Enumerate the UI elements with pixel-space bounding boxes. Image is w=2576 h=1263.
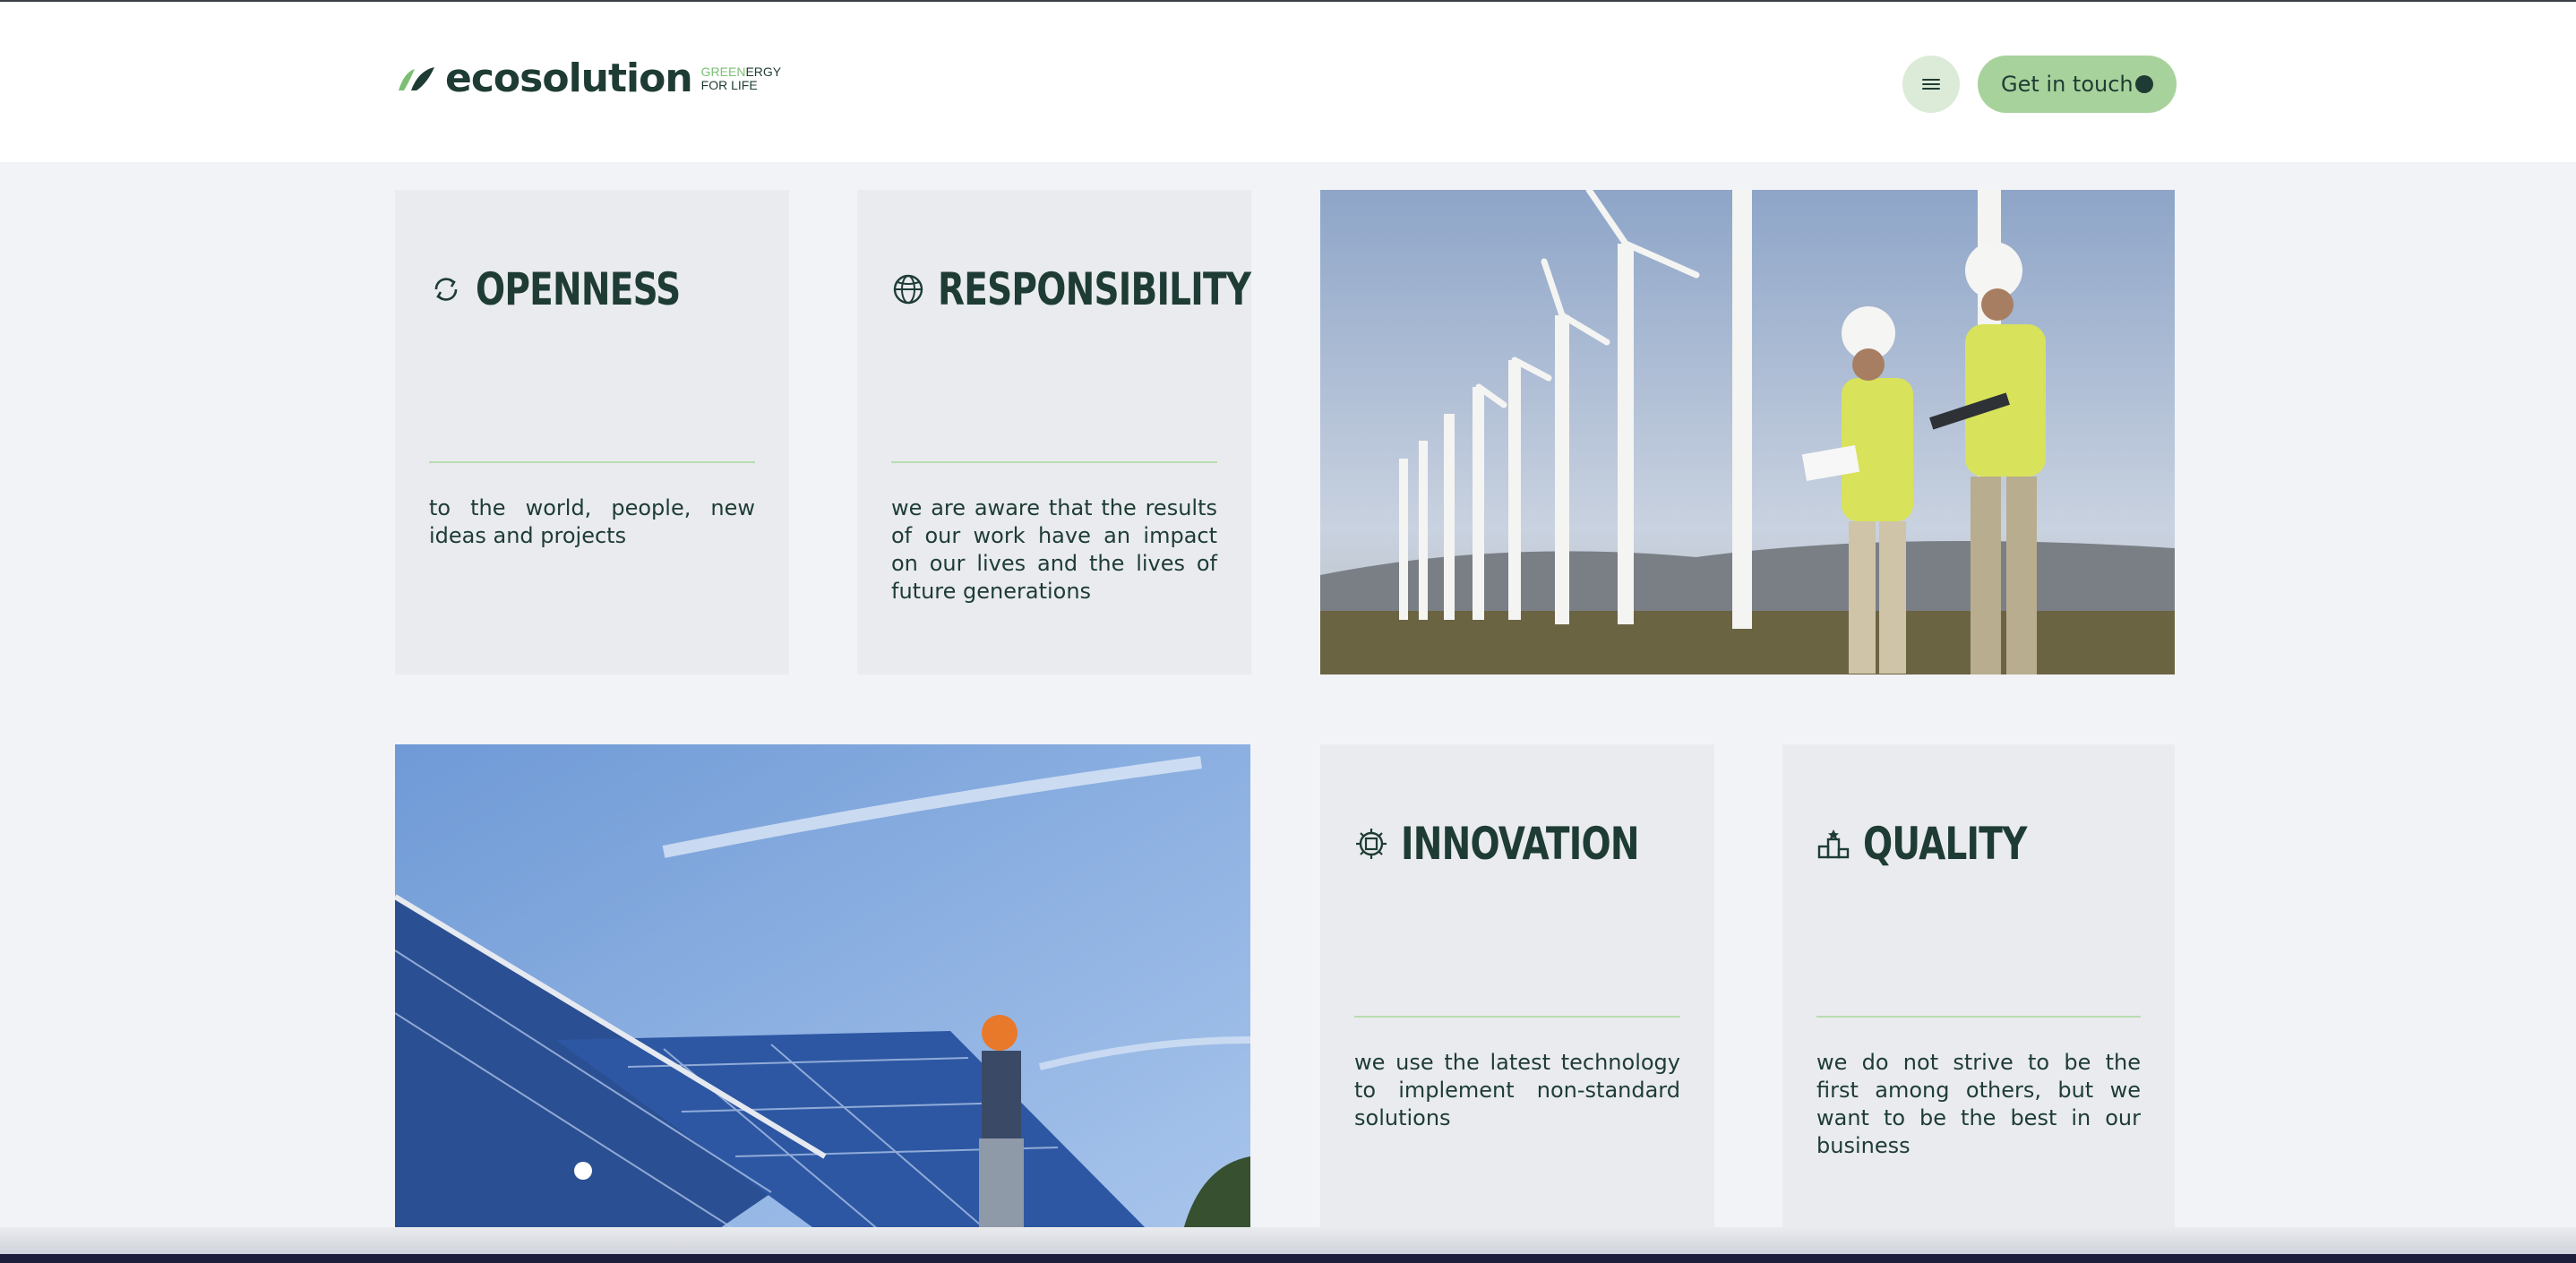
card-heading: RESPONSIBILITY <box>938 263 1251 315</box>
card-title: RESPONSIBILITY <box>891 263 1339 315</box>
wind-farm-engineers-photo <box>1320 190 2175 674</box>
divider <box>1816 1016 2141 1018</box>
divider <box>1354 1016 1680 1018</box>
podium-icon <box>1817 829 1850 859</box>
refresh-icon <box>434 278 458 301</box>
card-title: OPENNESS <box>429 263 738 315</box>
get-in-touch-label: Get in touch <box>2001 72 2134 97</box>
card-description: we are aware that the results of our wor… <box>891 495 1217 604</box>
card-title: QUALITY <box>1816 818 2073 870</box>
site-header: ecosolution GREENERGY FOR LIFE Get in to… <box>0 2 2576 162</box>
window-bottom-border <box>0 1254 2576 1263</box>
cpu-icon <box>1356 829 1387 859</box>
brand-tagline: GREENERGY FOR LIFE <box>700 64 782 92</box>
hamburger-icon <box>1922 79 1940 90</box>
menu-button[interactable] <box>1902 56 1960 113</box>
card-description: to the world, people, new ideas and proj… <box>429 495 755 548</box>
divider <box>891 461 1217 463</box>
card-heading: QUALITY <box>1863 818 2027 870</box>
card-heading: INNOVATION <box>1401 818 1639 870</box>
get-in-touch-button[interactable]: Get in touch <box>1978 56 2177 113</box>
leaf-logo-icon <box>399 67 434 90</box>
brand-name: ecosolution <box>445 56 693 101</box>
brand-logo[interactable]: ecosolution GREENERGY FOR LIFE <box>395 59 781 99</box>
value-card-innovation: INNOVATION we use the latest technology … <box>1320 744 1714 1230</box>
card-heading: OPENNESS <box>476 263 681 315</box>
value-card-responsibility: RESPONSIBILITY we are aware that the res… <box>857 190 1251 674</box>
card-description: we use the latest technology to implemen… <box>1354 1050 1680 1130</box>
globe-icon <box>893 274 923 305</box>
divider <box>429 461 755 463</box>
value-card-quality: QUALITY we do not strive to be the first… <box>1782 744 2175 1230</box>
card-description: we do not strive to be the first among o… <box>1816 1050 2141 1158</box>
card-title: INNOVATION <box>1354 818 1706 870</box>
dot-icon <box>2135 75 2153 93</box>
solar-panel-worker-photo <box>395 744 1250 1230</box>
value-card-openness: OPENNESS to the world, people, new ideas… <box>395 190 789 674</box>
